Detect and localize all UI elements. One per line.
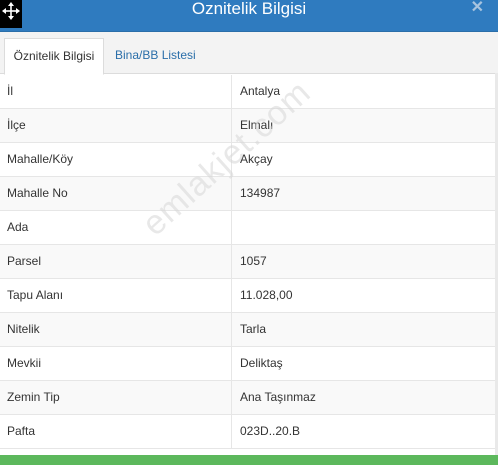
bottom-status-bar [0,455,498,465]
row-value: 023D..20.B [240,424,301,438]
cell-divider [231,109,232,142]
cell-divider [231,211,232,244]
tab-label: Bina/BB Listesi [115,48,196,62]
row-value: Tarla [240,322,267,336]
row-value: Elmalı [240,118,274,132]
row-value: Ana Taşınmaz [240,390,316,404]
cell-divider [231,279,232,312]
row-value: 134987 [240,186,281,200]
table-row: İl Antalya [0,75,495,109]
cell-divider [231,75,232,108]
row-label: Mahalle/Köy [7,152,74,166]
row-value: 1057 [240,254,267,268]
window-title: Oznitelik Bilgisi [191,0,307,18]
table-row: Nitelik Tarla [0,313,495,347]
table-row: Parsel 1057 [0,245,495,279]
table-row: İlçe Elmalı [0,109,495,143]
table-row: Mevkii Deliktaş [0,347,495,381]
cell-divider [231,347,232,380]
tab-oznitelik-bilgisi[interactable]: Öznitelik Bilgisi [4,38,104,75]
row-label: İlçe [7,118,26,132]
table-row: Mahalle No 134987 [0,177,495,211]
row-label: Parsel [7,254,42,268]
tab-label: Öznitelik Bilgisi [13,49,95,63]
cell-divider [231,415,232,448]
window-titlebar: Oznitelik Bilgisi ✕ [0,0,498,32]
row-value: Akçay [240,152,273,166]
row-value: Deliktaş [240,356,283,370]
row-value: 11.028,00 [240,288,293,302]
tab-bar: Öznitelik Bilgisi Bina/BB Listesi [0,32,498,75]
cell-divider [231,381,232,414]
row-label: Pafta [7,424,36,438]
cell-divider [231,177,232,210]
row-label: Nitelik [7,322,40,336]
table-row: Zemin Tip Ana Taşınmaz [0,381,495,415]
row-label: Mahalle No [7,186,68,200]
attribute-table: İl Antalya İlçe Elmalı Mahalle/Köy Akçay… [0,75,496,449]
table-row: Pafta 023D..20.B [0,415,495,449]
row-label: Tapu Alanı [7,288,64,302]
cell-divider [231,245,232,278]
row-label: Mevkii [7,356,42,370]
cell-divider [231,143,232,176]
row-label: Ada [7,220,29,234]
row-label: Zemin Tip [7,390,60,404]
row-value: Antalya [240,84,281,98]
cell-divider [231,313,232,346]
table-row: Mahalle/Köy Akçay [0,143,495,177]
table-row: Tapu Alanı 11.028,00 [0,279,495,313]
tab-bina-bb-listesi[interactable]: Bina/BB Listesi [115,38,196,73]
row-label: İl [7,84,13,98]
table-row: Ada [0,211,495,245]
close-icon[interactable]: ✕ [471,0,484,16]
